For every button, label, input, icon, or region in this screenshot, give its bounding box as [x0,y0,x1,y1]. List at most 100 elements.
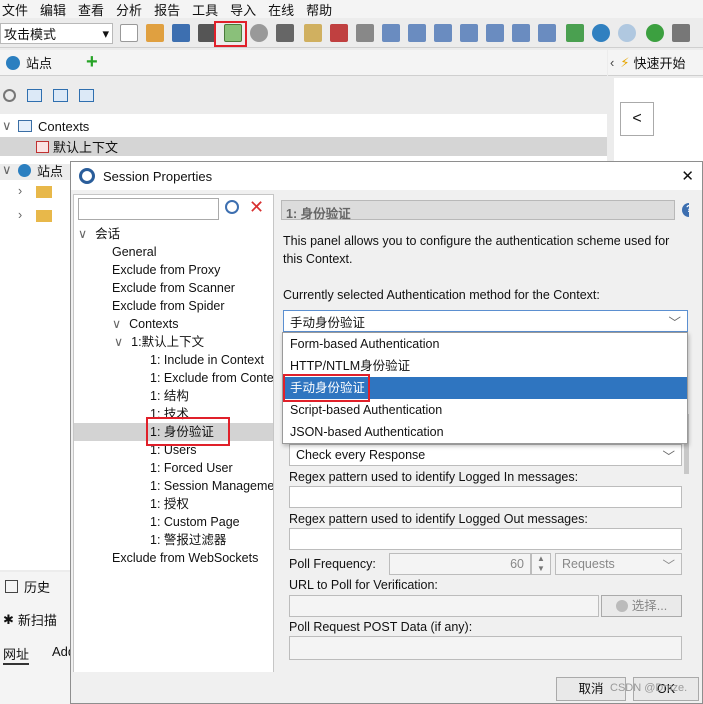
breakpoint-toggle-icon[interactable] [646,24,664,42]
panel-icon-7[interactable] [538,24,556,42]
open-folder-icon[interactable] [146,24,164,42]
mode-select[interactable]: 攻击模式 ▾ [0,23,113,44]
chevron-down-icon: ﹀ [662,449,675,464]
folder-icon [36,210,52,222]
menu-help[interactable]: 帮助 [304,0,342,19]
menu-file[interactable]: 文件 [0,0,38,19]
panel-icon-3[interactable] [434,24,452,42]
add-icon[interactable]: + [86,51,98,74]
remove-breakpoint-icon[interactable] [330,24,348,42]
target-icon[interactable] [3,89,16,102]
tree-node-label: 1: Forced User [150,461,233,475]
expand-icon[interactable]: ∨ [78,227,87,241]
menu-view[interactable]: 查看 [76,0,114,19]
dropdown-option[interactable]: JSON-based Authentication [283,421,687,443]
verification-strategy-select[interactable]: Check every Response ﹀ [289,444,682,466]
menu-import[interactable]: 导入 [228,0,266,19]
panel-icon-6[interactable] [512,24,530,42]
panel-icon-5[interactable] [486,24,504,42]
default-context-node[interactable]: 默认上下文 [0,137,607,156]
tree-node[interactable]: Exclude from Scanner [74,279,273,297]
tree-node[interactable]: 1: 授权 [74,495,273,513]
logged-in-label: Regex pattern used to identify Logged In… [289,470,579,484]
tree-node[interactable]: ∨ 1:默认上下文 [74,333,273,351]
dialog-titlebar: Session Properties ✕ [71,162,702,190]
menu-analyze[interactable]: 分析 [114,0,152,19]
back-button[interactable]: < [620,102,654,136]
expand-icon: › [18,184,23,198]
tree-search-input[interactable] [78,198,219,220]
lightning-icon: ⚡ [620,54,630,70]
sites-tab[interactable]: 站点 [26,53,52,72]
tree-node[interactable]: 1: Session Management [74,477,273,495]
tree-node[interactable]: Exclude from Spider [74,297,273,315]
tree-node[interactable]: Exclude from Proxy [74,261,273,279]
sites-label: 站点 [37,163,64,179]
console-icon[interactable] [356,24,374,42]
new-scan-tab[interactable]: ✱ 新扫描 [3,610,57,629]
menu-report[interactable]: 报告 [152,0,190,19]
method-label: Currently selected Authentication method… [283,288,600,302]
post-data-input[interactable] [289,636,682,660]
poll-frequency-spinner[interactable]: ▲ ▼ [531,553,551,575]
post-data-label: Poll Request POST Data (if any): [289,620,473,634]
quick-start-tab[interactable]: 快速开始 [633,53,685,72]
tree-node-label: 1: Session Management [150,479,274,493]
globe-icon[interactable] [592,24,610,42]
help-icon[interactable]: ? [682,203,689,217]
highlight-box [283,374,370,402]
contexts-node[interactable]: ∨ Contexts [2,117,89,135]
tree-node[interactable]: 1: Exclude from Context [74,369,273,387]
gear-icon[interactable] [250,24,268,42]
panel-icon-2[interactable] [408,24,426,42]
panel-title: 1: 身份验证 [281,200,675,221]
save-icon[interactable] [172,24,190,42]
history-tab[interactable]: 历史 [5,577,50,596]
export-context-icon[interactable] [79,89,94,102]
select-button[interactable]: 选择... [601,595,682,617]
lightbulb-icon[interactable] [618,24,636,42]
expand-icon[interactable]: ∨ [114,335,123,349]
contexts-icon [18,120,32,132]
poll-frequency-input[interactable]: 60 [389,553,531,575]
tree-node[interactable]: ∨ Contexts [74,315,273,333]
calendar-icon [5,580,18,593]
sites-node[interactable]: ∨ 站点 [2,161,63,179]
tree-node[interactable]: 1: 警报过滤器 [74,531,273,549]
panel-icon-4[interactable] [460,24,478,42]
tree-node[interactable]: 1: 结构 [74,387,273,405]
panel-icon-1[interactable] [382,24,400,42]
net-tab[interactable]: 网址 [3,644,30,665]
tree-node[interactable]: Exclude from WebSockets [74,549,273,567]
plugin-icon[interactable] [566,24,584,42]
tree-node[interactable]: ∨ 会话 [74,225,273,243]
tree-node[interactable]: 1: Forced User [74,459,273,477]
layout-icon[interactable] [276,24,294,42]
breakpoint-icon[interactable] [304,24,322,42]
chevron-down-icon: ▾ [102,25,109,41]
tree-node[interactable]: 1: Include in Context [74,351,273,369]
auth-method-select[interactable]: 手动身份验证 ﹀ [283,310,688,332]
dropdown-option[interactable]: Script-based Authentication [283,399,687,421]
menu-online[interactable]: 在线 [266,0,304,19]
tree-node[interactable]: 1: Custom Page [74,513,273,531]
logged-out-regex-input[interactable] [289,528,682,550]
new-context-icon[interactable] [27,89,42,102]
sites-tab-bar: 站点 + [0,50,607,76]
menu-tools[interactable]: 工具 [190,0,228,19]
import-context-icon[interactable] [53,89,68,102]
menu-edit[interactable]: 编辑 [38,0,76,19]
logged-in-regex-input[interactable] [289,486,682,508]
close-icon[interactable]: ✕ [681,167,694,185]
poll-unit-select[interactable]: Requests ﹀ [555,553,682,575]
step-icon[interactable] [672,24,690,42]
search-icon[interactable] [225,200,239,214]
menu-bar: 文件 编辑 查看 分析 报告 工具 导入 在线 帮助 [0,0,703,18]
poll-url-input[interactable] [289,595,599,617]
tree-node[interactable]: General [74,243,273,261]
dropdown-option[interactable]: Form-based Authentication [283,333,687,355]
new-session-icon[interactable] [120,24,138,42]
expand-icon[interactable]: ∨ [112,317,121,331]
sites-children: › › [0,180,70,230]
clear-icon[interactable]: ✕ [249,197,264,218]
